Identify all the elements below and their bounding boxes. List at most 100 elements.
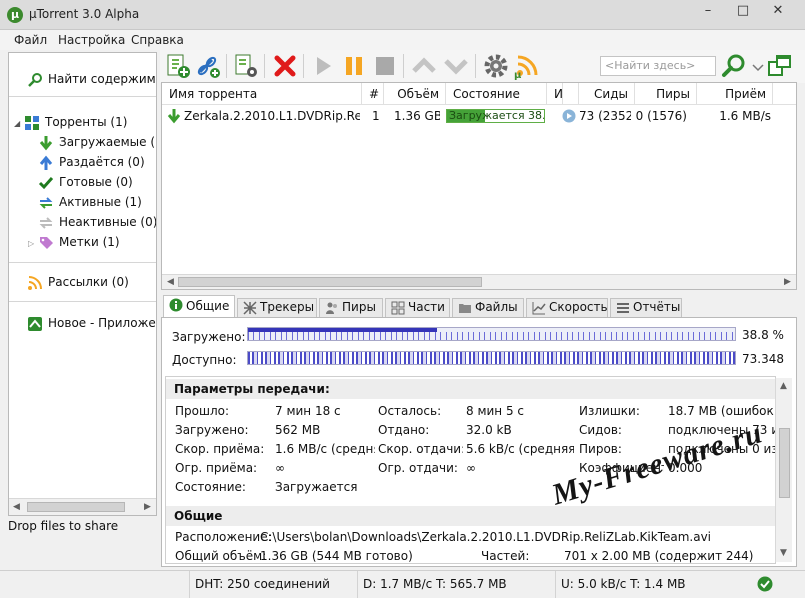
transfer-field-value: Загружается: [275, 480, 358, 494]
transfer-field-value: 32.0 kB: [466, 423, 512, 437]
torrent-download-speed: 1.6 MB/s: [719, 109, 771, 123]
transfer-field-label: Осталось:: [378, 404, 442, 418]
menu-help[interactable]: Справка: [131, 33, 184, 47]
network-ok-icon[interactable]: [757, 576, 773, 592]
list-horizontal-scrollbar[interactable]: ◀ ▶: [162, 274, 796, 289]
rss-icon: [28, 275, 42, 290]
pause-button[interactable]: [340, 52, 368, 80]
scroll-right-icon[interactable]: ▶: [784, 277, 791, 287]
pieces-label: Частей:: [481, 549, 530, 563]
menu-settings[interactable]: Настройка: [58, 33, 125, 47]
scrollbar-thumb[interactable]: [178, 277, 482, 287]
transfer-field-value: 5.6 kB/c (средняя 74 B/c): [466, 442, 574, 456]
tab-speed[interactable]: Скорость: [526, 298, 608, 317]
menu-file[interactable]: Файл: [14, 33, 47, 47]
sidebar-item-inactive[interactable]: Неактивные (0): [38, 213, 156, 231]
sidebar-item-feeds[interactable]: Рассылки (0): [27, 273, 129, 291]
column-peers[interactable]: Пиры: [635, 83, 697, 105]
sidebar-item-labels[interactable]: ▷ Метки (1): [28, 233, 120, 251]
drop-files-hint: Drop files to share: [8, 519, 119, 533]
tab-pieces[interactable]: Части: [385, 298, 450, 317]
downloaded-label: Загружено:: [172, 330, 246, 344]
search-icon: [28, 72, 42, 87]
minimize-button[interactable]: –: [693, 2, 723, 22]
stop-icon: [376, 57, 394, 75]
column-number[interactable]: #: [362, 83, 384, 105]
add-file-icon: [167, 54, 190, 78]
sidebar-item-downloading[interactable]: Загружаемые (1): [38, 133, 156, 151]
sidebar-item-label: Метки (1): [59, 235, 120, 249]
tab-label: Отчёты: [633, 300, 681, 314]
scroll-up-icon[interactable]: ▲: [780, 381, 787, 391]
maximize-button[interactable]: □: [728, 2, 758, 22]
torrent-size: 1.36 GB: [394, 109, 440, 123]
tab-peers[interactable]: Пиры: [319, 298, 383, 317]
log-icon: [617, 303, 629, 313]
column-seeds[interactable]: Сиды: [579, 83, 635, 105]
status-dht: DHT: 250 соединений: [189, 571, 355, 598]
scrollbar-thumb[interactable]: [27, 502, 125, 512]
scroll-right-icon[interactable]: ▶: [144, 502, 151, 512]
column-size[interactable]: Объём: [384, 83, 446, 105]
sidebar-separator: [9, 262, 156, 263]
tab-logger[interactable]: Отчёты: [610, 298, 682, 317]
remove-button[interactable]: [271, 52, 299, 80]
arrow-up-icon: [412, 57, 436, 73]
sidebar-horizontal-scrollbar[interactable]: ◀ ▶: [9, 498, 156, 515]
sidebar-search-content[interactable]: Найти содержимое: [27, 70, 156, 88]
window-title: μTorrent 3.0 Alpha: [29, 7, 140, 21]
start-button[interactable]: [309, 52, 337, 80]
toolbar-separator: [226, 54, 227, 78]
add-torrent-button[interactable]: [164, 52, 192, 80]
remote-button[interactable]: μ: [512, 52, 540, 81]
move-up-button[interactable]: [410, 52, 438, 80]
search-input[interactable]: <Найти здесь>: [600, 56, 716, 76]
tab-trackers[interactable]: Трекеры: [237, 298, 317, 317]
sidebar-item-seeding[interactable]: Раздаётся (0): [38, 153, 145, 171]
add-url-button[interactable]: [194, 52, 222, 80]
stop-button[interactable]: [371, 52, 399, 80]
tab-general[interactable]: Общие: [163, 295, 235, 317]
sidebar-item-completed[interactable]: Готовые (0): [38, 173, 133, 191]
details-vertical-scrollbar[interactable]: ▲ ▼: [775, 378, 792, 562]
column-status[interactable]: Состояние: [446, 83, 547, 105]
scroll-down-icon[interactable]: ▼: [780, 548, 787, 558]
sidebar-search-label: Найти содержимое: [48, 72, 156, 86]
tab-label: Файлы: [475, 300, 518, 314]
chevron-down-icon: [752, 64, 764, 72]
sidebar-item-torrents[interactable]: ◢ Торренты (1): [14, 113, 127, 131]
preferences-button[interactable]: [482, 52, 510, 80]
play-circle-icon[interactable]: [562, 109, 576, 123]
transfer-field-label: Скор. отдачи:: [378, 442, 463, 456]
pause-icon: [346, 57, 362, 75]
transfer-field-label: Излишки:: [579, 404, 640, 418]
tab-label: Общие: [186, 299, 230, 313]
scrollbar-thumb[interactable]: [779, 428, 790, 498]
create-torrent-button[interactable]: [232, 52, 260, 80]
search-button[interactable]: [720, 52, 748, 80]
sidebar-item-active[interactable]: Активные (1): [38, 193, 142, 211]
rss-icon: μ: [514, 55, 538, 81]
search-icon: [722, 54, 745, 77]
downloaded-pieces: [248, 332, 735, 340]
transfer-section-title: Параметры передачи:: [166, 379, 775, 399]
sidebar-item-apps[interactable]: Новое - Приложения: [27, 314, 156, 332]
column-extra[interactable]: [563, 83, 579, 105]
inactive-arrows-icon: [39, 216, 53, 229]
column-download-speed[interactable]: Приём: [697, 83, 773, 105]
tab-files[interactable]: Файлы: [452, 298, 524, 317]
column-name[interactable]: Имя торрента: [162, 83, 362, 105]
downloaded-bar: [247, 327, 736, 341]
close-button[interactable]: ✕: [763, 2, 793, 22]
active-arrows-icon: [39, 196, 53, 209]
column-health[interactable]: И: [547, 83, 563, 105]
toolbar: μ <Найти здесь>: [160, 50, 805, 83]
arrow-down-green-icon: [39, 135, 53, 150]
torrent-status: Загружается 38.8%: [449, 109, 544, 122]
move-down-button[interactable]: [442, 52, 470, 80]
sidebar-separator: [9, 96, 156, 97]
scroll-left-icon[interactable]: ◀: [167, 277, 174, 287]
compact-view-button[interactable]: [766, 52, 794, 80]
list-header: Имя торрента # Объём Состояние И Сиды Пи…: [162, 83, 796, 105]
scroll-left-icon[interactable]: ◀: [13, 502, 20, 512]
